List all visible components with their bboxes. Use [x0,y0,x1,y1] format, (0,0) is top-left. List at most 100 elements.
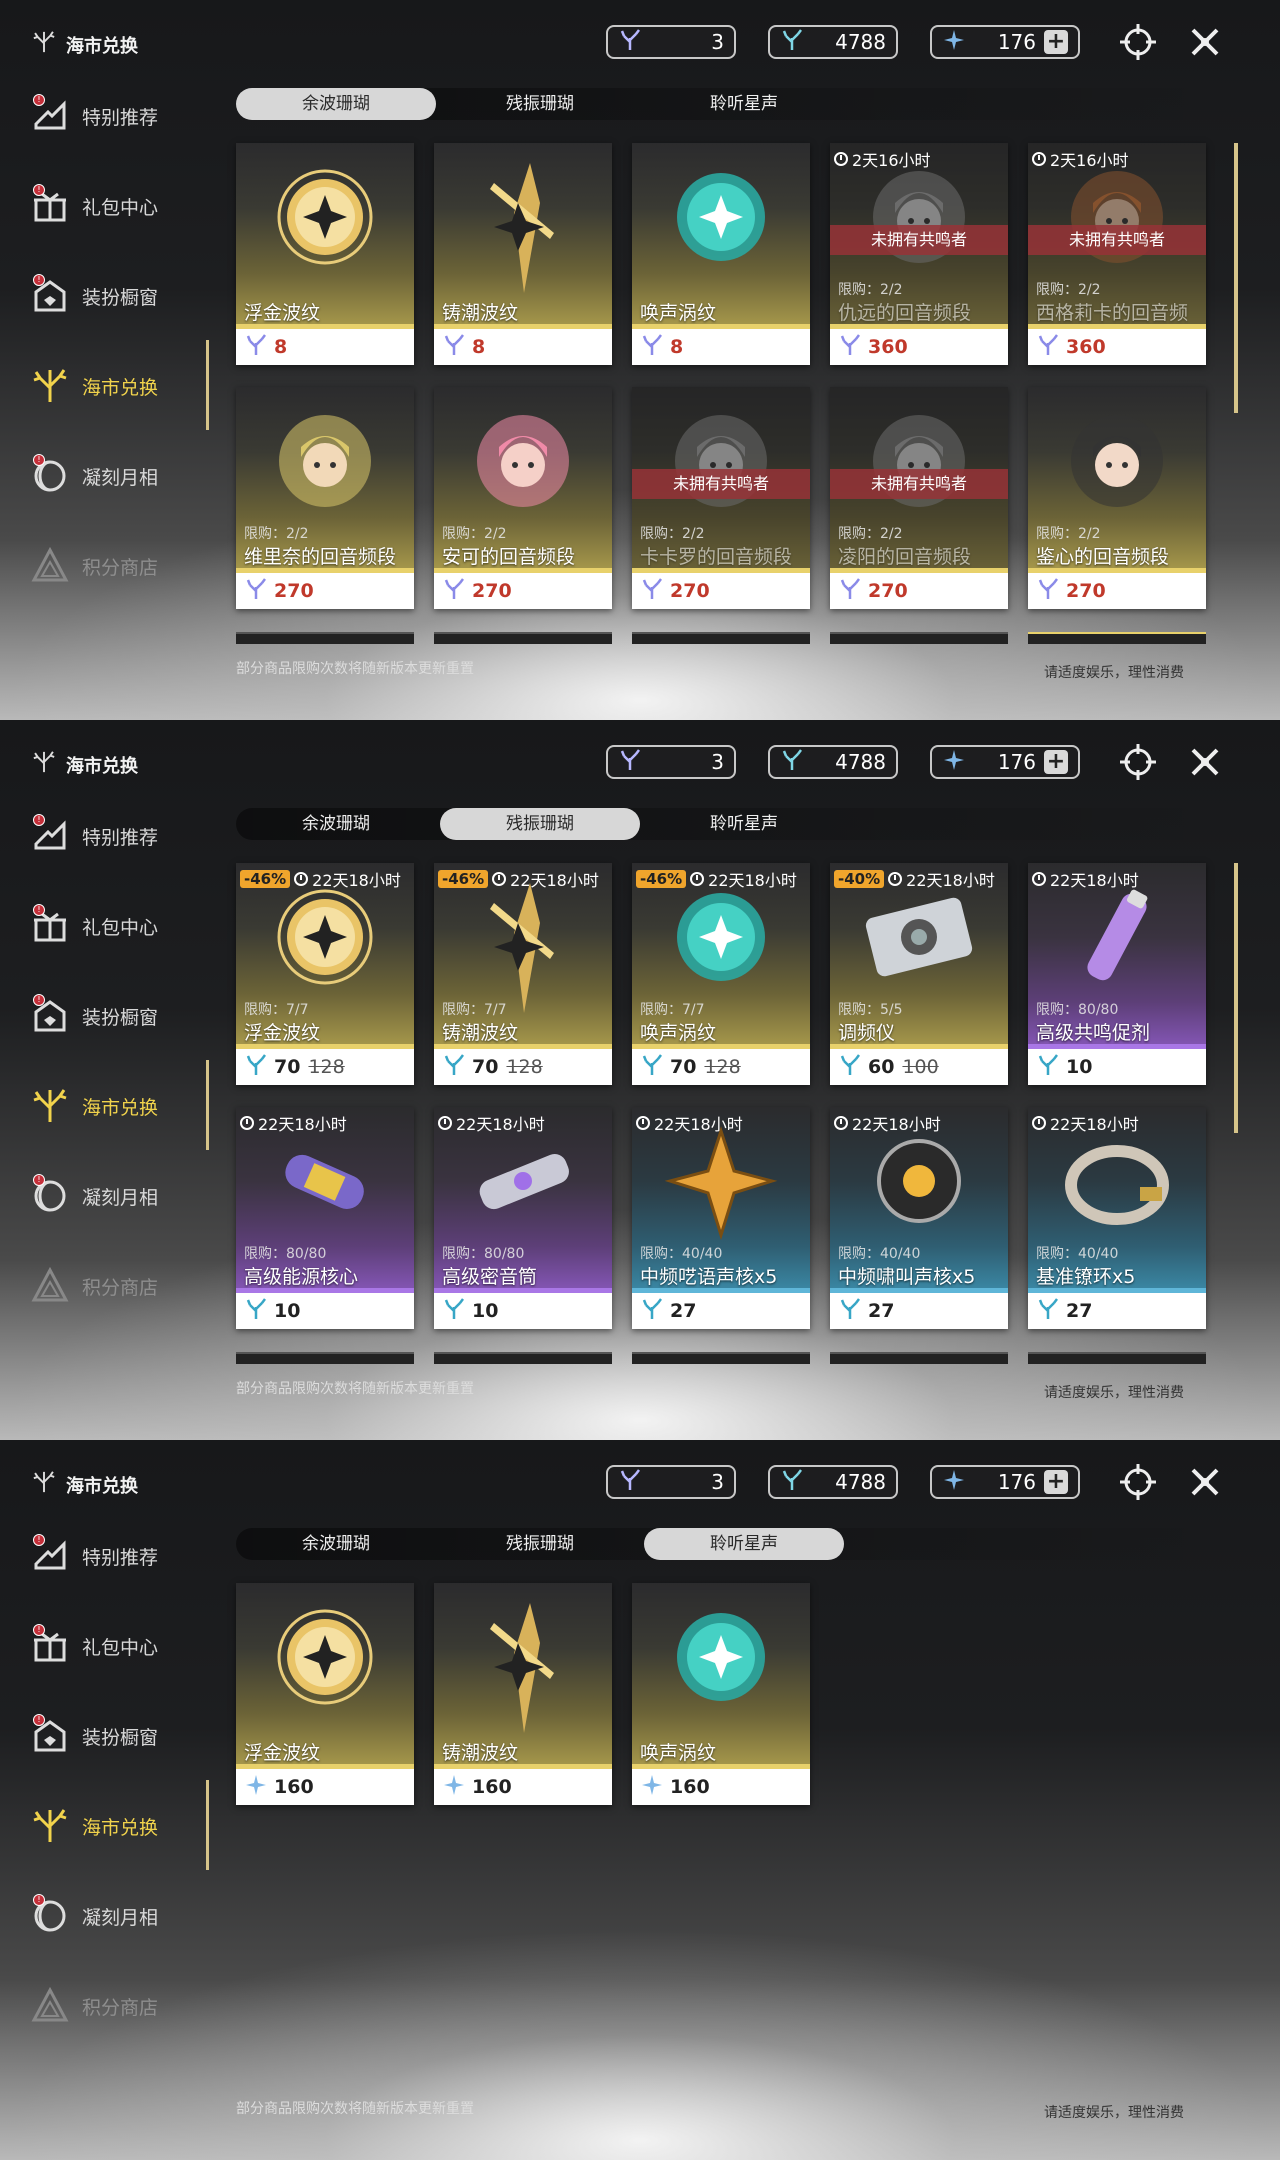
rarity-strip [434,1764,612,1769]
shop-item-card[interactable]: 浮金波纹 160 [236,1583,414,1805]
target-icon[interactable] [1118,22,1158,62]
tab-1[interactable]: 残振珊瑚 [440,808,640,840]
item-image: 限购：2/2 安可的回音频段 [434,387,612,573]
add-currency-button[interactable]: + [1044,30,1068,54]
close-icon[interactable] [1185,1462,1225,1502]
tab-bar: 余波珊瑚 残振珊瑚 聆听星声 [236,808,1236,840]
sidebar-item-costume[interactable]: ! 装扮橱窗 [28,266,228,326]
shop-item-card[interactable]: 22天18小时 限购：40/40 中频啸叫声核x5 27 [830,1107,1008,1329]
sidebar-item-label: 积分商店 [82,556,159,579]
shop-item-card[interactable]: 浮金波纹 8 [236,143,414,365]
shop-item-card[interactable]: 限购：2/2 安可的回音频段 270 [434,387,612,609]
scrollbar[interactable] [1234,863,1238,1133]
shop-item-card[interactable]: 唤声涡纹 160 [632,1583,810,1805]
shop-item-card[interactable]: 未拥有共鸣者2天16小时限购：2/2西格莉卡的回音频段360 [1028,143,1206,365]
sidebar-item-special[interactable]: ! 特别推荐 [28,806,228,866]
sidebar-item-gift-center[interactable]: ! 礼包中心 [28,896,228,956]
sidebar-item-points-shop[interactable]: 积分商店 [28,1976,228,2036]
item-name: 调频仪 [838,1022,896,1044]
sidebar-item-costume[interactable]: ! 装扮橱窗 [28,986,228,1046]
scrollbar[interactable] [1234,143,1238,413]
sidebar-item-moon-phase[interactable]: ! 凝刻月相 [28,1886,228,1946]
item-name: 高级能源核心 [244,1266,359,1288]
currency-coral-1: 3 [606,745,736,779]
sidebar-item-special[interactable]: ! 特别推荐 [28,1526,228,1586]
sidebar-item-gift-center[interactable]: ! 礼包中心 [28,1616,228,1676]
timer: 22天18小时 [834,1111,941,1135]
timer: 2天16小时 [1032,147,1129,171]
shop-item-card[interactable]: 22天18小时 限购：80/80 高级能源核心 10 [236,1107,414,1329]
tab-2[interactable]: 聆听星声 [644,808,844,840]
shop-item-card[interactable]: 唤声涡纹 8 [632,143,810,365]
sidebar-item-points-shop[interactable]: 积分商店 [28,536,228,596]
tab-0[interactable]: 余波珊瑚 [236,808,436,840]
tab-2[interactable]: 聆听星声 [644,1528,844,1560]
shop-item-card[interactable]: 22天18小时 限购：80/80 高级共鸣促剂 10 [1028,863,1206,1085]
shop-item-card[interactable]: 22天18小时 限购：40/40 基准镣环x5 27 [1028,1107,1206,1329]
add-currency-button[interactable]: + [1044,1470,1068,1494]
coral-tree-icon [28,364,72,408]
tab-0[interactable]: 余波珊瑚 [236,88,436,120]
purchase-limit: 限购：80/80 [442,1246,525,1262]
item-image: 未拥有共鸣者 限购：2/2 凌阳的回音频段 [830,387,1008,573]
add-currency-button[interactable]: + [1044,750,1068,774]
sidebar-item-exchange[interactable]: 海市兑换 [28,356,228,416]
item-name: 鉴心的回音频段 [1036,546,1170,568]
price-value: 8 [670,336,684,358]
tag-icon: ! [28,94,72,138]
coral-currency-icon [1036,333,1060,362]
clock-icon [834,1116,848,1130]
sidebar-item-exchange[interactable]: 海市兑换 [28,1076,228,1136]
close-icon[interactable] [1185,22,1225,62]
sidebar-item-moon-phase[interactable]: ! 凝刻月相 [28,446,228,506]
item-price: 160 [244,1773,314,1801]
sidebar-item-special[interactable]: ! 特别推荐 [28,86,228,146]
sidebar-item-exchange[interactable]: 海市兑换 [28,1796,228,1856]
sidebar-item-gift-center[interactable]: ! 礼包中心 [28,176,228,236]
target-icon[interactable] [1118,742,1158,782]
rarity-strip [1028,568,1206,573]
sidebar-item-points-shop[interactable]: 积分商店 [28,1256,228,1316]
sidebar-item-label: 礼包中心 [82,916,159,939]
star-currency-icon [640,1773,664,1802]
item-image: 22天18小时 限购：80/80 高级共鸣促剂 [1028,863,1206,1049]
purchase-limit: 限购：2/2 [244,526,309,542]
price-value: 270 [274,580,314,602]
shop-item-card[interactable]: 限购：2/2 维里奈的回音频段 270 [236,387,414,609]
item-name: 基准镣环x5 [1036,1266,1136,1288]
sidebar-item-moon-phase[interactable]: ! 凝刻月相 [28,1166,228,1226]
item-name: 唤声涡纹 [640,1022,717,1044]
shop-item-card[interactable]: 铸潮波纹 8 [434,143,612,365]
target-icon[interactable] [1118,1462,1158,1502]
sidebar-item-label: 凝刻月相 [82,1186,159,1209]
sidebar-item-costume[interactable]: ! 装扮橱窗 [28,1706,228,1766]
shop-item-card[interactable]: 22天18小时 限购：40/40 中频呓语声核x5 27 [632,1107,810,1329]
close-icon[interactable] [1185,742,1225,782]
timer: 22天18小时 [1032,1111,1139,1135]
purchase-limit: 限购：40/40 [1036,1246,1119,1262]
tab-1[interactable]: 残振珊瑚 [440,1528,640,1560]
tab-1[interactable]: 残振珊瑚 [440,88,640,120]
next-row-card-edge [1028,632,1206,644]
shop-item-card[interactable]: -46% 22天18小时 限购：7/7 浮金波纹 70 128 [236,863,414,1085]
shop-item-card[interactable]: 铸潮波纹 160 [434,1583,612,1805]
timer: 2天16小时 [834,147,931,171]
next-row-card-edge [434,1352,612,1364]
shop-item-card[interactable]: -46% 22天18小时 限购：7/7 铸潮波纹 70 128 [434,863,612,1085]
shop-item-card[interactable]: 22天18小时 限购：80/80 高级密音筒 10 [434,1107,612,1329]
shop-item-card[interactable]: 未拥有共鸣者 限购：2/2 凌阳的回音频段 270 [830,387,1008,609]
original-price: 100 [902,1056,939,1078]
shop-item-card[interactable]: -40% 22天18小时 限购：5/5 调频仪 60 100 [830,863,1008,1085]
coral-currency-icon [1036,577,1060,606]
rarity-strip [434,1044,612,1049]
sidebar-item-label: 装扮橱窗 [82,1726,159,1749]
coral-currency-icon [618,748,642,777]
tab-2[interactable]: 聆听星声 [644,88,844,120]
shop-item-card[interactable]: 限购：2/2 鉴心的回音频段 270 [1028,387,1206,609]
shop-item-card[interactable]: 未拥有共鸣者 限购：2/2 卡卡罗的回音频段 270 [632,387,810,609]
tab-0[interactable]: 余波珊瑚 [236,1528,436,1560]
shop-item-card[interactable]: 未拥有共鸣者 2天16小时 限购：2/2 仇远的回音频段 360 [830,143,1008,365]
footer-advice: 请适度娱乐，理性消费 [1044,665,1184,681]
gift-icon: ! [28,904,72,948]
shop-item-card[interactable]: -46% 22天18小时 限购：7/7 唤声涡纹 70 128 [632,863,810,1085]
